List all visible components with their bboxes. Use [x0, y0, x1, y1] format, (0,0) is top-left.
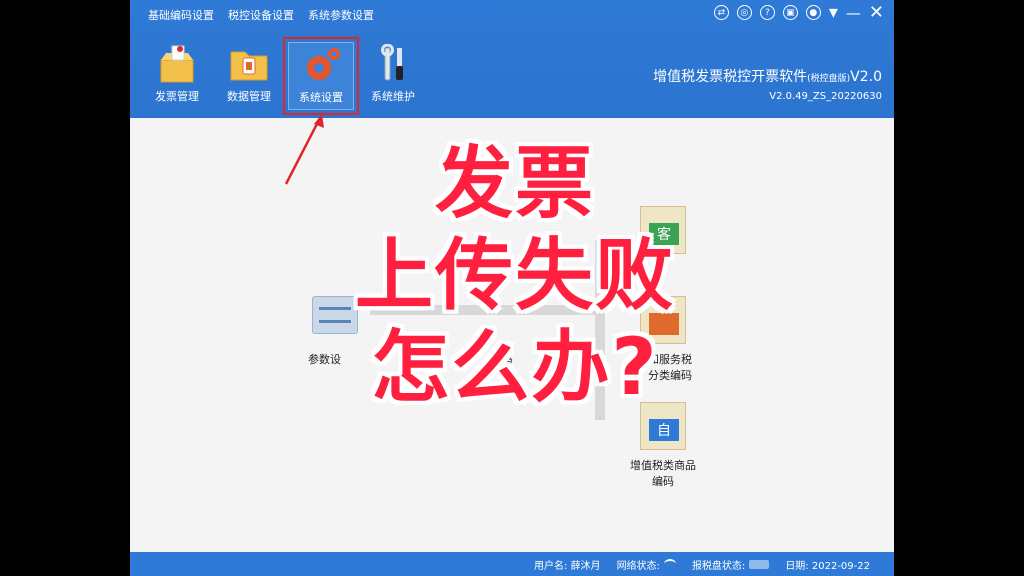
window-controls: ⇄ ◎ ? ▣ ● ▾ — ✕ [713, 3, 884, 22]
top-bar: 基础编码设置 税控设备设置 系统参数设置 ⇄ ◎ ? ▣ ● ▾ — ✕ 发票管… [130, 0, 894, 118]
support-icon[interactable]: ◎ [736, 5, 752, 20]
tool-invoice-management[interactable]: 发票管理 [144, 42, 210, 110]
minimize-icon[interactable]: — [846, 4, 861, 22]
tool-data-management[interactable]: 数据管理 [216, 42, 282, 110]
close-icon[interactable]: ✕ [869, 3, 884, 21]
overlay-line-2: 上传失败 [354, 231, 675, 321]
wifi-icon [663, 558, 676, 569]
tool-label: 数据管理 [227, 90, 271, 103]
tool-system-settings[interactable]: 系统设置 [283, 37, 359, 115]
status-bar: 用户名: 薛沐月 网络状态: 报税盘状态: 日期: 2022-09-22 [130, 552, 894, 576]
menu-item-device-settings[interactable]: 税控设备设置 [228, 7, 294, 23]
menu-item-system-params[interactable]: 系统参数设置 [308, 7, 374, 23]
folder-icon [227, 44, 271, 84]
network-status: 网络状态: [617, 557, 676, 572]
overlay-line-1: 发票 [434, 139, 595, 229]
app-build: V2.0.49_ZS_20220630 [769, 91, 882, 102]
box-icon [155, 44, 199, 84]
tax-disk-icon [749, 559, 770, 569]
gear-icon [299, 45, 343, 85]
toolbar: 发票管理 数据管理 系统设置 系统维护 [144, 37, 426, 115]
skin-icon[interactable]: ▾ [829, 3, 838, 21]
lock-icon[interactable]: ▣ [782, 5, 798, 20]
wrench-icon [371, 43, 415, 84]
invoice-app-window: 基础编码设置 税控设备设置 系统参数设置 ⇄ ◎ ? ▣ ● ▾ — ✕ 发票管… [130, 0, 894, 576]
disk-status: 报税盘状态: [692, 557, 770, 572]
help-icon[interactable]: ? [759, 5, 775, 20]
tool-system-maintenance[interactable]: 系统维护 [360, 42, 426, 110]
tool-label: 系统设置 [299, 91, 343, 104]
user-icon[interactable]: ● [805, 5, 821, 20]
date-status: 日期: 2022-09-22 [785, 560, 870, 572]
app-brand: 增值税发票税控开票软件(税控盘版)V2.0 V2.0.49_ZS_2022063… [653, 66, 882, 102]
menu-item-basic-codes[interactable]: 基础编码设置 [148, 7, 214, 23]
overlay-caption: 发票 上传失败 怎么办? [300, 138, 730, 428]
tool-label: 系统维护 [371, 90, 415, 103]
tool-label: 发票管理 [155, 90, 199, 103]
switch-icon[interactable]: ⇄ [713, 5, 729, 20]
app-title: 增值税发票税控开票软件(税控盘版)V2.0 [653, 69, 882, 85]
vat-goods-label: 增值税类商品 编码 [630, 459, 696, 488]
user-status: 用户名: 薛沐月 [534, 560, 601, 572]
menu-bar: 基础编码设置 税控设备设置 系统参数设置 [148, 7, 374, 23]
overlay-line-3: 怎么办? [371, 323, 659, 413]
